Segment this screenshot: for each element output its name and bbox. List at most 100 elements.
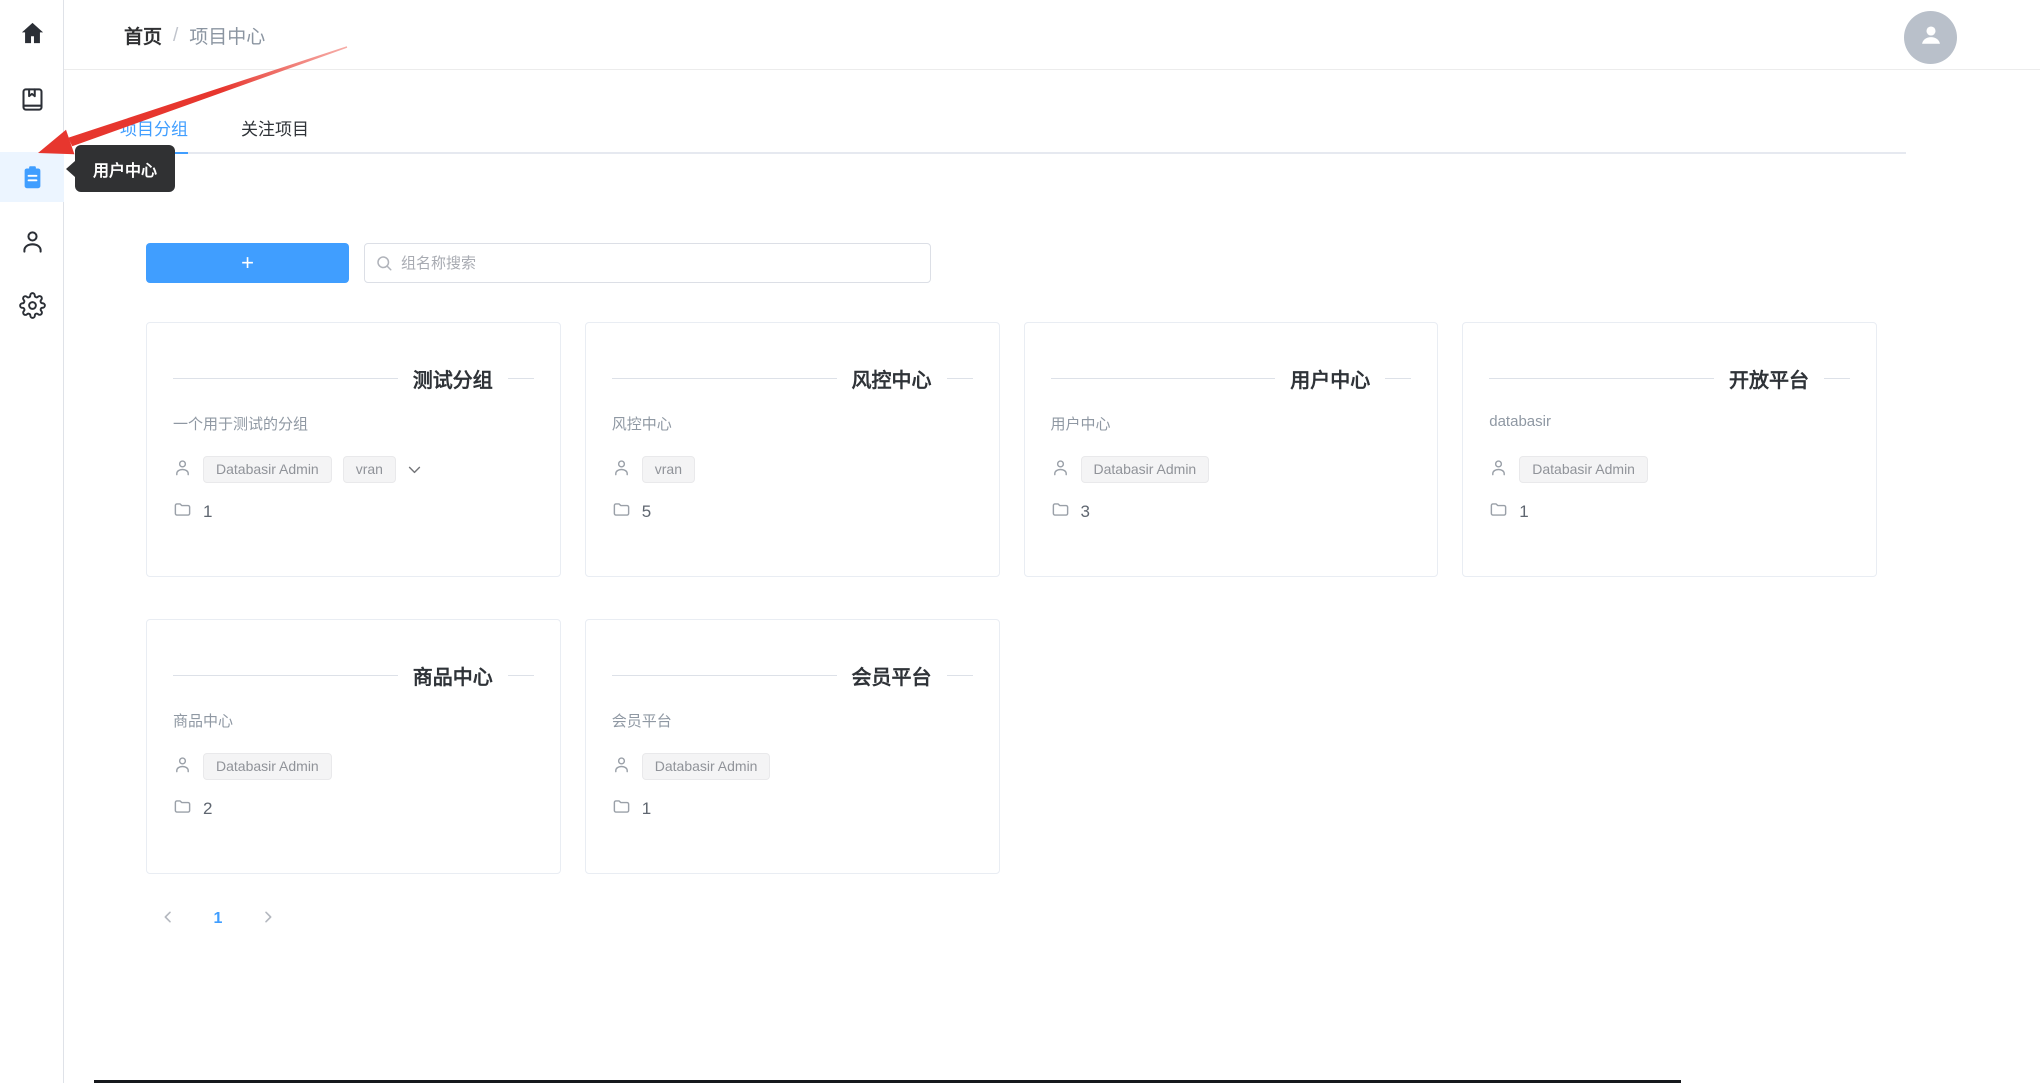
project-count-row: 2 [173,798,534,820]
member-row: Databasir Admin vran [173,456,534,483]
clipboard-icon [19,164,46,191]
divider-line [508,378,534,379]
add-group-button[interactable]: + [146,243,349,283]
breadcrumb-separator: / [173,25,178,47]
project-count: 5 [642,502,651,522]
card-title-divider: 测试分组 [173,366,534,390]
sidebar-item-user-center[interactable] [0,216,64,266]
group-description: 用户中心 [1051,413,1412,433]
project-count-row: 1 [173,501,534,523]
prev-page-button[interactable] [152,903,184,935]
divider-line [947,675,973,676]
tooltip-text: 用户中心 [75,145,175,192]
group-description: 商品中心 [173,710,534,730]
member-row: Databasir Admin [1051,456,1412,483]
project-count: 3 [1081,502,1090,522]
group-name: 用户中心 [1290,364,1370,393]
pagination: 1 [152,903,284,935]
tooltip-arrow [66,161,75,177]
group-card[interactable]: 会员平台 会员平台 Databasir Admin 1 [585,619,1000,874]
card-title-divider: 开放平台 [1489,366,1850,390]
group-card-grid: 测试分组 一个用于测试的分组 Databasir Admin vran [146,322,1877,874]
group-name: 商品中心 [413,661,493,690]
project-count: 1 [642,799,651,819]
group-description: 会员平台 [612,710,973,730]
breadcrumb-home[interactable]: 首页 [124,22,162,49]
project-count-row: 1 [612,798,973,820]
divider-line [173,675,398,676]
member-tag: Databasir Admin [1081,456,1210,483]
member-row: Databasir Admin [1489,456,1850,483]
tooltip: 用户中心 [66,145,175,192]
group-description: databasir [1489,413,1850,433]
group-card[interactable]: 开放平台 databasir Databasir Admin 1 [1462,322,1877,577]
member-tag: vran [642,456,695,483]
divider-line [612,378,837,379]
member-row: vran [612,456,973,483]
member-icon [1051,458,1070,482]
toolbar: + [146,243,931,283]
group-name: 风控中心 [852,364,932,393]
group-card[interactable]: 测试分组 一个用于测试的分组 Databasir Admin vran [146,322,561,577]
tab-bar: 项目分组 关注项目 [120,110,1906,154]
divider-line [173,378,398,379]
next-page-button[interactable] [252,903,284,935]
search-input[interactable] [364,243,931,283]
divider-line [1489,378,1714,379]
divider-line [612,675,837,676]
project-count-row: 1 [1489,501,1850,523]
group-card[interactable]: 用户中心 用户中心 Databasir Admin 3 [1024,322,1439,577]
member-row: Databasir Admin [173,753,534,780]
sidebar [0,0,64,1083]
gear-icon [19,292,46,319]
group-name: 会员平台 [852,661,932,690]
divider-line [1051,378,1276,379]
group-search [364,243,931,283]
card-title-divider: 用户中心 [1051,366,1412,390]
divider-line [1385,378,1411,379]
member-icon [1489,458,1508,482]
member-tag: Databasir Admin [203,456,332,483]
tab-followed-projects[interactable]: 关注项目 [241,110,309,154]
user-icon [19,228,46,255]
sidebar-item-project-center[interactable] [0,152,64,202]
card-title-divider: 风控中心 [612,366,973,390]
folder-icon [1051,500,1070,524]
group-description: 一个用于测试的分组 [173,413,534,433]
project-count: 1 [1519,502,1528,522]
member-tag: Databasir Admin [203,753,332,780]
group-name: 测试分组 [413,364,493,393]
sidebar-item-home[interactable] [0,8,64,58]
book-icon [19,86,46,113]
chevron-down-icon[interactable] [406,461,423,478]
group-name: 开放平台 [1729,364,1809,393]
folder-icon [173,797,192,821]
page-number[interactable]: 1 [202,903,234,935]
home-icon [19,20,46,47]
member-icon [173,458,192,482]
user-avatar[interactable] [1904,11,1957,64]
member-row: Databasir Admin [612,753,973,780]
card-title-divider: 商品中心 [173,663,534,687]
member-icon [173,755,192,779]
member-tag: vran [343,456,396,483]
project-count-row: 3 [1051,501,1412,523]
group-card[interactable]: 风控中心 风控中心 vran 5 [585,322,1000,577]
header: 首页 / 项目中心 [64,0,2040,70]
folder-icon [173,500,192,524]
divider-line [947,378,973,379]
sidebar-item-docs[interactable] [0,74,64,124]
project-count-row: 5 [612,501,973,523]
member-tag: Databasir Admin [1519,456,1648,483]
breadcrumb-current: 项目中心 [189,22,265,49]
chevron-left-icon [160,909,176,930]
project-count: 1 [203,502,212,522]
sidebar-item-settings[interactable] [0,280,64,330]
member-icon [612,458,631,482]
divider-line [508,675,534,676]
member-icon [612,755,631,779]
group-description: 风控中心 [612,413,973,433]
breadcrumb: 首页 / 项目中心 [124,22,265,49]
group-card[interactable]: 商品中心 商品中心 Databasir Admin 2 [146,619,561,874]
folder-icon [612,500,631,524]
